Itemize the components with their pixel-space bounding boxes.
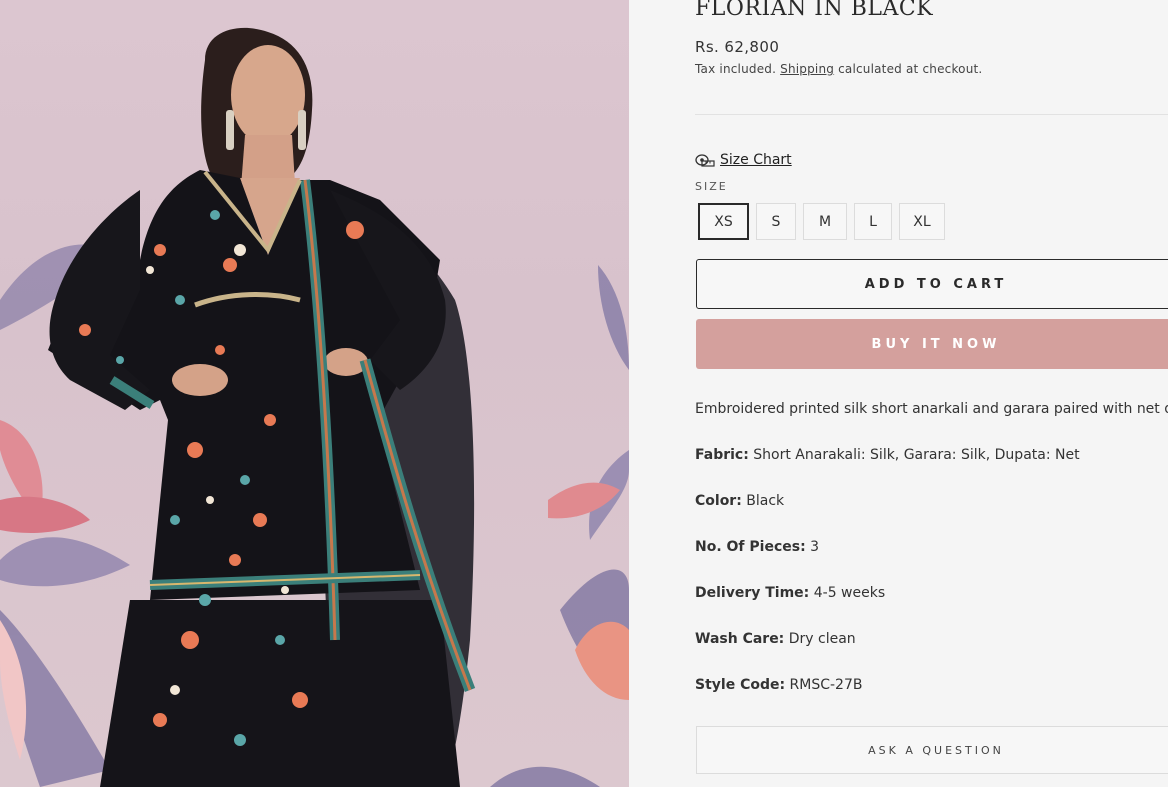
tax-suffix-text: calculated at checkout. xyxy=(838,62,983,76)
product-price: Rs. 62,800 xyxy=(695,38,780,56)
spec-value: RMSC-27B xyxy=(789,677,863,693)
size-chart-label: Size Chart xyxy=(720,152,792,168)
size-option-m[interactable]: M xyxy=(803,203,847,240)
add-to-cart-button[interactable]: ADD TO CART xyxy=(696,259,1168,309)
size-chart-link[interactable]: Size Chart xyxy=(695,152,792,168)
product-details-panel: FLORIAN IN BLACK Rs. 62,800 Tax included… xyxy=(629,0,1168,787)
spec-label: Style Code: xyxy=(695,677,786,693)
spec-value: Dry clean xyxy=(788,631,856,647)
divider xyxy=(695,114,1168,115)
spec-label: Fabric: xyxy=(695,447,749,463)
spec-label: Color: xyxy=(695,493,742,509)
spec-pieces: No. Of Pieces: 3 xyxy=(695,539,819,555)
product-photo-illustration xyxy=(0,27,629,787)
size-option-xl[interactable]: XL xyxy=(899,203,945,240)
ask-question-button[interactable]: ASK A QUESTION xyxy=(696,726,1168,774)
size-selector: XS S M L XL xyxy=(698,203,945,240)
buy-it-now-button[interactable]: BUY IT NOW xyxy=(696,319,1168,369)
size-option-l[interactable]: L xyxy=(854,203,892,240)
size-option-xs[interactable]: XS xyxy=(698,203,749,240)
tax-note: Tax included. Shipping calculated at che… xyxy=(695,62,982,76)
product-description: Embroidered printed silk short anarkali … xyxy=(695,401,1168,417)
product-image[interactable] xyxy=(0,0,629,787)
spec-color: Color: Black xyxy=(695,493,784,509)
product-title: FLORIAN IN BLACK xyxy=(695,0,934,21)
spec-value: 3 xyxy=(810,539,820,555)
spec-label: No. Of Pieces: xyxy=(695,539,806,555)
spec-value: Short Anarakali: Silk, Garara: Silk, Dup… xyxy=(753,447,1080,463)
measuring-tape-icon xyxy=(695,153,715,167)
spec-value: 4-5 weeks xyxy=(813,585,886,601)
spec-fabric: Fabric: Short Anarakali: Silk, Garara: S… xyxy=(695,447,1080,463)
spec-delivery-time: Delivery Time: 4-5 weeks xyxy=(695,585,885,601)
size-option-s[interactable]: S xyxy=(756,203,796,240)
tax-included-text: Tax included. xyxy=(695,62,777,76)
spec-label: Delivery Time: xyxy=(695,585,810,601)
shipping-link[interactable]: Shipping xyxy=(780,62,834,76)
spec-label: Wash Care: xyxy=(695,631,785,647)
spec-value: Black xyxy=(746,493,785,509)
spec-style-code: Style Code: RMSC-27B xyxy=(695,677,862,693)
size-label: SIZE xyxy=(695,180,728,193)
spec-wash-care: Wash Care: Dry clean xyxy=(695,631,856,647)
